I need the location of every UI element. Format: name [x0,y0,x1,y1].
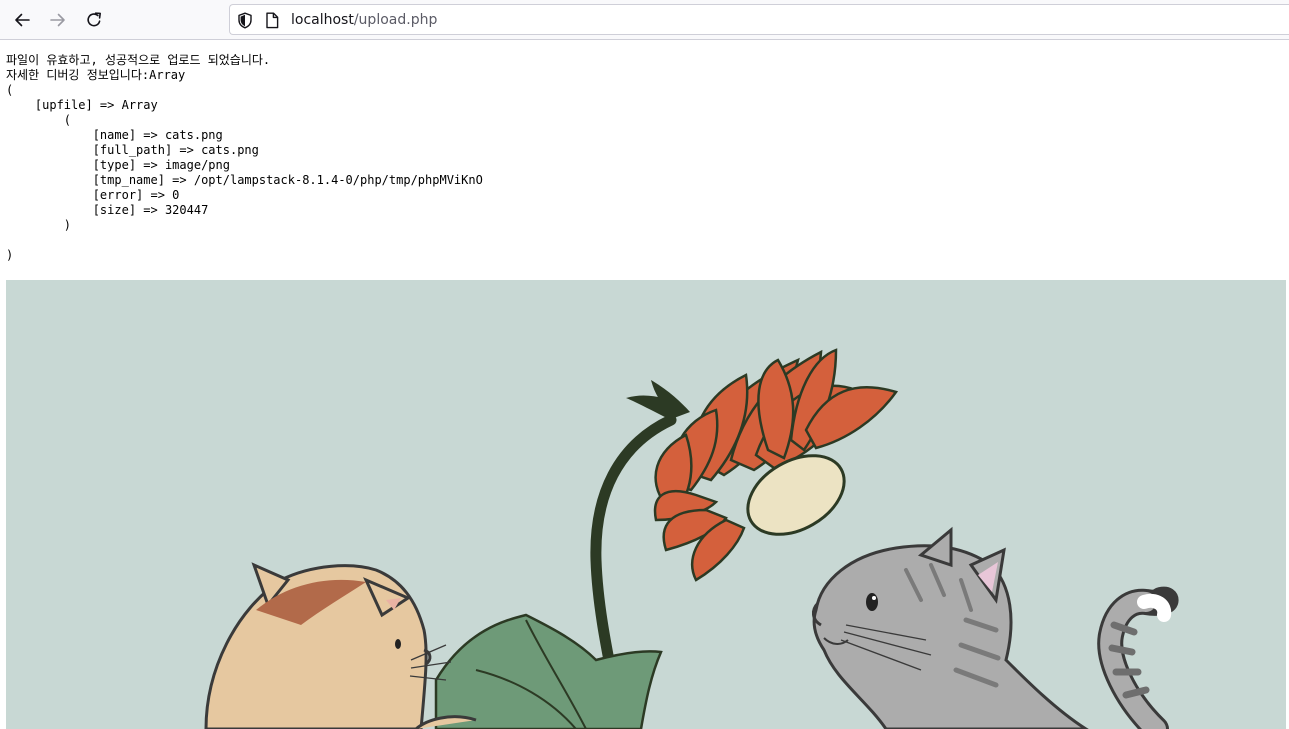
debug-line: ( [6,113,72,127]
debug-line [6,233,1289,248]
debug-line: [full_path] => cats.png [6,143,259,157]
url-path: /upload.php [353,12,438,28]
debug-line: [upfile] => Array [6,98,158,112]
status-message: 파일이 유효하고, 성공적으로 업로드 되었습니다. [6,53,271,67]
browser-toolbar: localhost/upload.php [0,0,1289,40]
url-host: localhost [291,12,354,28]
reload-button[interactable] [78,4,110,36]
debug-line: [name] => cats.png [6,128,223,142]
back-button[interactable] [6,4,38,36]
debug-line: ) [6,218,72,232]
debug-output: 파일이 유효하고, 성공적으로 업로드 되었습니다. 자세한 디버깅 정보입니다:… [6,53,1289,263]
shield-icon[interactable] [237,12,253,29]
debug-line: [type] => image/png [6,158,230,172]
arrow-left-icon [15,13,30,27]
uploaded-cats-image [6,280,1286,729]
arrow-right-icon [50,13,65,27]
debug-line: ) [6,248,14,262]
address-bar[interactable]: localhost/upload.php [229,4,1289,35]
reload-icon [87,12,101,27]
debug-line: [tmp_name] => /opt/lampstack-8.1.4-0/php… [6,173,483,187]
debug-line: ( [6,83,14,97]
page-content: 파일이 유효하고, 성공적으로 업로드 되었습니다. 자세한 디버깅 정보입니다:… [6,53,1289,263]
url-text[interactable]: localhost/upload.php [291,11,437,29]
debug-prefix: 자세한 디버깅 정보입니다:Array [6,68,186,82]
forward-button[interactable] [42,4,74,36]
cats-illustration [6,280,1286,729]
debug-line: [error] => 0 [6,188,180,202]
page-icon[interactable] [265,12,279,29]
debug-line: [size] => 320447 [6,203,209,217]
